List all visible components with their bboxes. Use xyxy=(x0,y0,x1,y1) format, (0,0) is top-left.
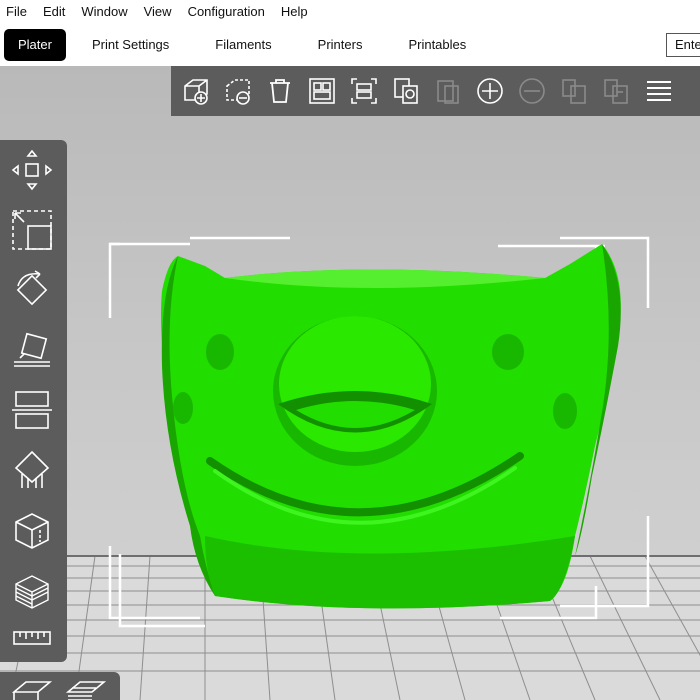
move-button[interactable] xyxy=(10,148,54,192)
scale-icon xyxy=(12,210,52,250)
arrange-icon xyxy=(309,78,335,104)
split-objects-icon xyxy=(562,79,586,104)
cut-icon xyxy=(12,391,52,429)
measure-cube-icon xyxy=(15,575,49,609)
search-input[interactable]: Ente xyxy=(666,33,700,57)
layers-editing-icon xyxy=(647,81,671,101)
top-toolbar xyxy=(171,66,700,116)
remove-instance-button[interactable] xyxy=(515,74,549,108)
delete-all-button[interactable] xyxy=(263,74,297,108)
split-parts-icon xyxy=(604,79,628,104)
cut-button[interactable] xyxy=(10,388,54,432)
support-paint-button[interactable] xyxy=(10,448,54,492)
arrange-selection-icon xyxy=(351,78,377,104)
menu-edit[interactable]: Edit xyxy=(43,0,65,24)
remove-instance-icon xyxy=(519,78,545,104)
3d-viewport[interactable] xyxy=(0,66,700,700)
menu-window[interactable]: Window xyxy=(81,0,127,24)
3d-view-icon[interactable] xyxy=(12,678,52,700)
green-cup-model[interactable] xyxy=(161,244,621,609)
copy-icon xyxy=(394,78,418,104)
tab-printables[interactable]: Printables xyxy=(408,30,466,60)
split-parts-button[interactable] xyxy=(599,74,633,108)
split-objects-button[interactable] xyxy=(557,74,591,108)
ruler-icon xyxy=(13,631,51,645)
add-instance-button[interactable] xyxy=(473,74,507,108)
menu-view[interactable]: View xyxy=(144,0,172,24)
bottom-toolbar xyxy=(0,672,120,700)
delete-icon xyxy=(226,79,250,105)
tab-plater[interactable]: Plater xyxy=(4,29,66,61)
move-icon xyxy=(11,149,53,191)
delete-all-icon xyxy=(270,79,290,103)
ruler-button[interactable] xyxy=(10,618,54,662)
layers-editing-button[interactable] xyxy=(641,74,675,108)
place-on-face-button[interactable] xyxy=(10,328,54,372)
arrange-selection-button[interactable] xyxy=(347,74,381,108)
menu-bar: File Edit Window View Configuration Help xyxy=(0,0,700,24)
add-instance-icon xyxy=(477,78,503,104)
add-button[interactable] xyxy=(179,74,213,108)
measure-cube-button[interactable] xyxy=(10,568,54,612)
paste-icon xyxy=(437,80,459,104)
menu-configuration[interactable]: Configuration xyxy=(188,0,265,24)
delete-button[interactable] xyxy=(221,74,255,108)
tab-bar: Plater Print Settings Filaments Printers… xyxy=(0,24,700,66)
copy-button[interactable] xyxy=(389,74,423,108)
paste-button[interactable] xyxy=(431,74,465,108)
menu-help[interactable]: Help xyxy=(281,0,308,24)
place-on-face-icon xyxy=(14,332,50,367)
arrange-button[interactable] xyxy=(305,74,339,108)
rotate-button[interactable] xyxy=(10,268,54,312)
seam-paint-icon xyxy=(15,513,49,549)
menu-file[interactable]: File xyxy=(6,0,27,24)
rotate-icon xyxy=(16,270,48,306)
preview-icon[interactable] xyxy=(66,678,106,700)
seam-paint-button[interactable] xyxy=(10,508,54,552)
support-paint-icon xyxy=(14,450,50,488)
tab-filaments[interactable]: Filaments xyxy=(215,30,271,60)
tab-print-settings[interactable]: Print Settings xyxy=(92,30,169,60)
left-toolbar xyxy=(0,140,67,662)
tab-printers[interactable]: Printers xyxy=(318,30,363,60)
scene-canvas xyxy=(0,236,700,700)
add-icon xyxy=(184,79,208,105)
scale-button[interactable] xyxy=(10,208,54,252)
